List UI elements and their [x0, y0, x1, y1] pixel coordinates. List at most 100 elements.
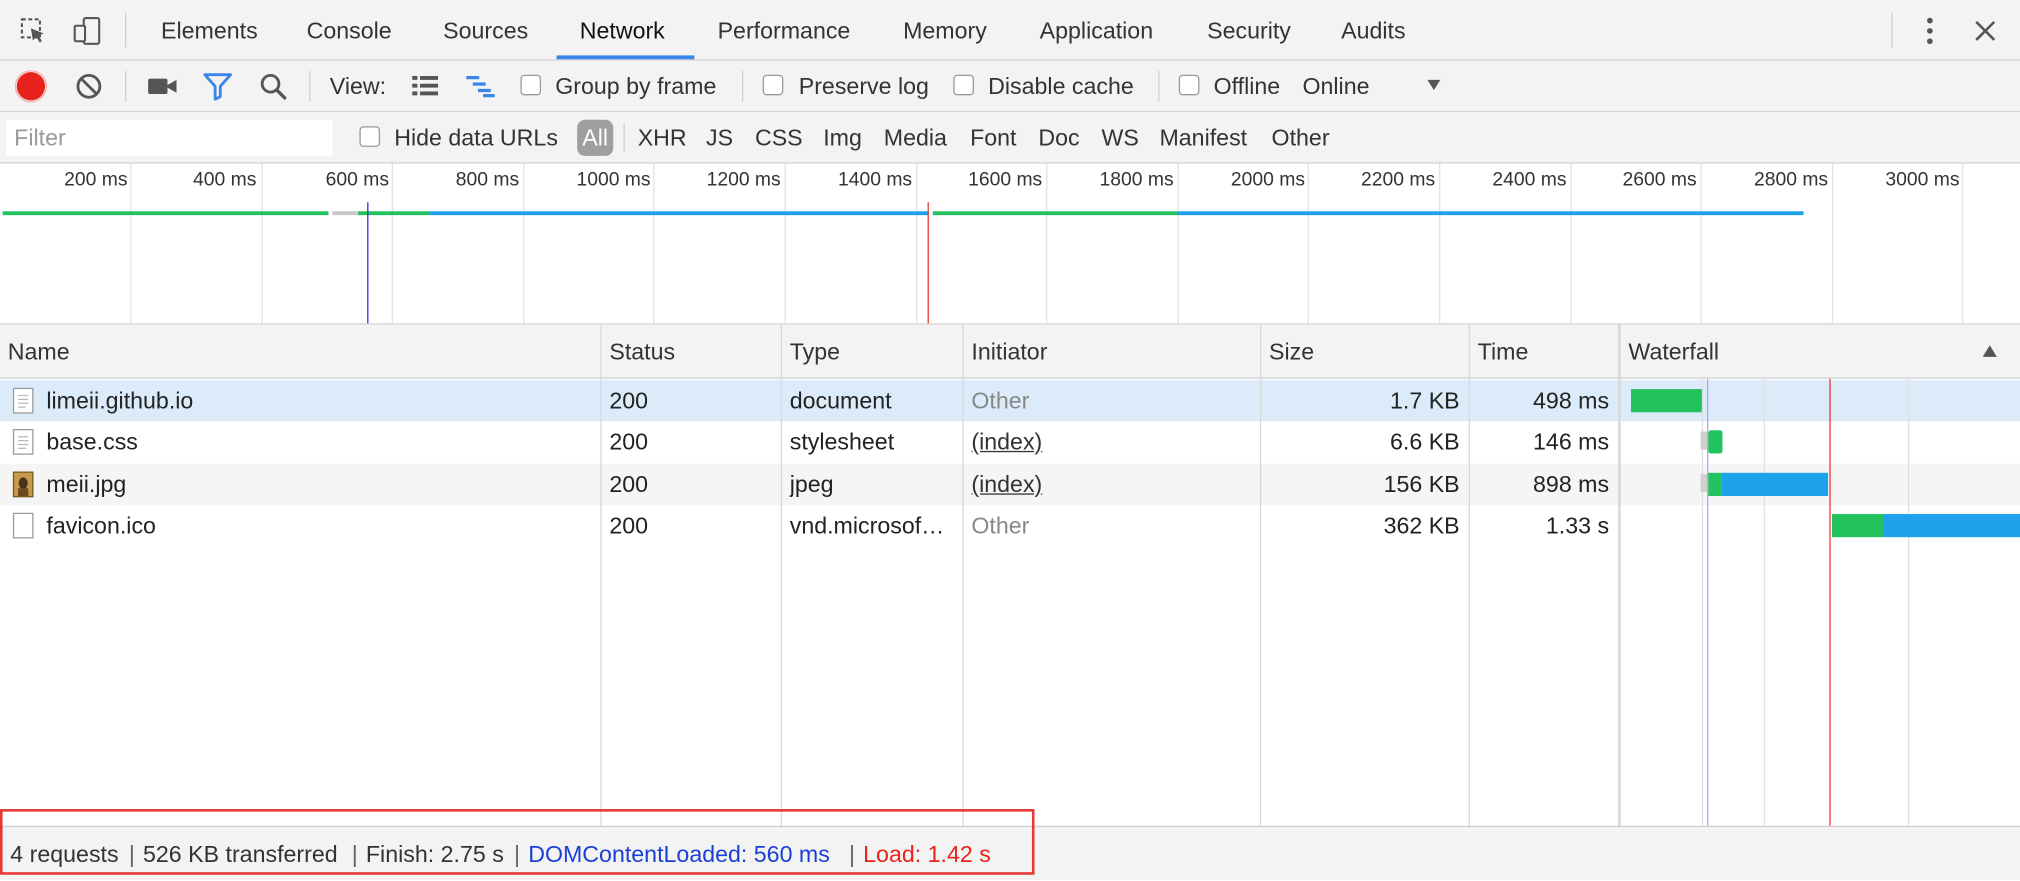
large-request-rows-button[interactable]	[408, 70, 441, 103]
request-name[interactable]: limeii.github.io	[46, 380, 594, 421]
gridline	[1962, 163, 1964, 324]
device-mode-icon	[73, 17, 101, 45]
filter-type-manifest[interactable]: Manifest	[1159, 112, 1247, 164]
close-icon	[1975, 20, 1996, 41]
request-type: stylesheet	[789, 429, 895, 455]
filter-type-media[interactable]: Media	[884, 112, 947, 164]
table-row[interactable]: limeii.github.io 200 document Other 1.7 …	[0, 380, 2020, 422]
hide-data-urls-label[interactable]: Hide data URLs	[394, 112, 558, 164]
offline-checkbox[interactable]	[1178, 74, 1200, 96]
tab-console[interactable]: Console	[307, 0, 392, 59]
image-thumbnail-icon	[12, 471, 34, 498]
column-divider[interactable]	[1468, 324, 1470, 826]
request-name[interactable]: base.css	[46, 421, 594, 462]
request-size: 1.7 KB	[1390, 387, 1460, 414]
request-initiator: Other	[971, 512, 1030, 539]
column-header-name[interactable]: Name	[0, 325, 600, 379]
column-header-status[interactable]: Status	[602, 325, 781, 379]
tab-audits[interactable]: Audits	[1341, 0, 1405, 59]
request-name[interactable]: meii.jpg	[46, 464, 594, 505]
tick-label: 2000 ms	[1230, 168, 1306, 191]
generic-file-icon	[12, 512, 34, 539]
tab-security[interactable]: Security	[1207, 0, 1291, 59]
dom-content-loaded-marker	[367, 202, 369, 324]
tab-performance[interactable]: Performance	[718, 0, 851, 59]
column-divider[interactable]	[962, 324, 964, 826]
overview-bar-image-download	[429, 211, 929, 216]
tab-application[interactable]: Application	[1040, 0, 1153, 59]
column-header-size[interactable]: Size	[1261, 325, 1468, 379]
filter-toggle-button[interactable]	[201, 70, 234, 103]
column-header-type[interactable]: Type	[782, 325, 962, 379]
waterfall-load-line	[1829, 378, 1831, 826]
request-size: 156 KB	[1383, 471, 1460, 498]
disable-cache-label[interactable]: Disable cache	[988, 61, 1134, 113]
request-name[interactable]: favicon.ico	[46, 505, 594, 546]
filter-type-other[interactable]: Other	[1272, 112, 1330, 164]
filter-type-xhr[interactable]: XHR	[638, 112, 687, 164]
filter-type-css[interactable]: CSS	[755, 112, 803, 164]
disable-cache-checkbox[interactable]	[953, 74, 974, 96]
filter-input[interactable]	[6, 119, 333, 156]
highlight-box	[0, 809, 1035, 875]
device-toolbar-button[interactable]	[70, 14, 103, 47]
search-button[interactable]	[256, 70, 289, 103]
request-initiator-link[interactable]: (index)	[971, 464, 1254, 505]
waterfall-bar-queued	[1700, 474, 1707, 493]
group-by-frame-checkbox[interactable]	[520, 74, 542, 96]
requests-table: Name Status Type Initiator Size Time Wat…	[0, 324, 2020, 826]
close-devtools-button[interactable]	[1969, 14, 2002, 47]
show-overview-button[interactable]	[464, 70, 497, 103]
filter-type-font[interactable]: Font	[970, 112, 1016, 164]
column-divider[interactable]	[780, 324, 782, 826]
tab-memory[interactable]: Memory	[903, 0, 987, 59]
network-overview[interactable]: 200 ms 400 ms 600 ms 800 ms 1000 ms 1200…	[0, 163, 2020, 325]
request-time: 1.33 s	[1545, 512, 1610, 539]
waterfall-bar-image-download[interactable]	[1721, 472, 1829, 496]
column-header-time[interactable]: Time	[1470, 325, 1618, 379]
column-divider[interactable]	[1259, 324, 1262, 826]
sort-ascending-icon[interactable]	[1981, 344, 1998, 358]
waterfall-bar-stylesheet[interactable]	[1708, 430, 1723, 454]
filter-type-doc[interactable]: Doc	[1038, 112, 1079, 164]
request-status: 200	[609, 429, 649, 455]
filter-type-js[interactable]: JS	[706, 112, 733, 164]
table-row[interactable]: favicon.ico 200 vnd.microsof… Other 362 …	[0, 505, 2020, 547]
waterfall-bar-favicon-waiting[interactable]	[1831, 514, 1884, 538]
request-time: 898 ms	[1533, 471, 1610, 498]
customize-menu-button[interactable]	[1913, 14, 1946, 47]
tab-sources[interactable]: Sources	[443, 0, 528, 59]
request-initiator-link[interactable]: (index)	[971, 421, 1254, 462]
preserve-log-label[interactable]: Preserve log	[799, 61, 929, 113]
waterfall-bar-document[interactable]	[1630, 389, 1702, 413]
waterfall-bar-queued	[1700, 431, 1707, 450]
filter-type-ws[interactable]: WS	[1101, 112, 1138, 164]
filter-type-img[interactable]: Img	[823, 112, 862, 164]
column-divider[interactable]	[1618, 324, 1621, 826]
column-header-waterfall[interactable]: Waterfall	[1621, 325, 1982, 379]
waterfall-overview-icon	[466, 76, 495, 98]
divider	[742, 70, 744, 102]
tab-network[interactable]: Network	[580, 0, 665, 59]
tick-label: 200 ms	[64, 168, 128, 191]
record-button[interactable]	[14, 70, 48, 103]
column-header-initiator[interactable]: Initiator	[964, 325, 1260, 379]
offline-label[interactable]: Offline	[1214, 61, 1281, 113]
clear-button[interactable]	[72, 70, 105, 103]
capture-screenshots-button[interactable]	[146, 70, 179, 103]
preserve-log-checkbox[interactable]	[762, 74, 784, 96]
tick-label: 600 ms	[325, 168, 390, 191]
waterfall-bar-image-waiting[interactable]	[1708, 472, 1722, 496]
tab-elements[interactable]: Elements	[161, 0, 258, 59]
hide-data-urls-checkbox[interactable]	[359, 126, 381, 147]
tick-label: 1800 ms	[1099, 168, 1174, 191]
throttling-select[interactable]: Online	[1302, 61, 1450, 113]
filter-type-all[interactable]: All	[577, 119, 614, 156]
column-divider[interactable]	[600, 324, 602, 826]
inspect-element-button[interactable]	[17, 14, 50, 47]
waterfall-bar-favicon-download[interactable]	[1883, 514, 2020, 538]
cursor-select-icon	[20, 18, 44, 43]
divider	[1891, 12, 1893, 48]
active-tab-indicator	[556, 55, 695, 60]
group-by-frame-label[interactable]: Group by frame	[555, 61, 716, 113]
